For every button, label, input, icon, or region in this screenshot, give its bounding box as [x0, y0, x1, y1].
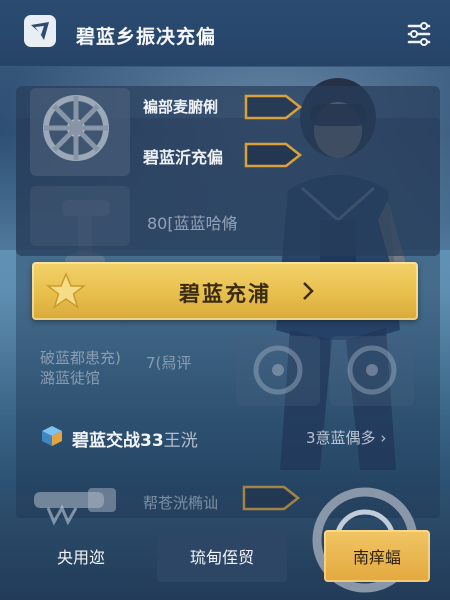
faded-info-bottom: 帮苍洸椭讪 [143, 494, 219, 512]
chevron-right-icon[interactable] [242, 140, 304, 170]
tab-left[interactable]: 央用迩 [18, 530, 144, 582]
chevron-right-icon: › [375, 429, 387, 447]
ship-wheel-icon [253, 345, 303, 395]
page-title: 碧蓝乡振决充偏 [76, 26, 217, 48]
faded-line-1: 破蓝都患充) [40, 349, 121, 367]
app-header: 碧蓝乡振决充偏 [0, 0, 450, 67]
row-label-1: 褊部麦腑俐 [143, 98, 219, 116]
info-title: 碧蓝交战33王洸 [72, 426, 198, 451]
tab-right[interactable]: 南痒蝠 [324, 530, 430, 582]
row-label-2: 碧蓝沂充偏 [143, 148, 224, 167]
telescope-icon [34, 488, 116, 526]
settings-sliders-icon[interactable] [404, 19, 434, 49]
tab-middle[interactable]: 琉甸侄贸 [157, 530, 287, 582]
info-title-tail: 王洸 [163, 431, 198, 451]
info-more-label: 3意蓝偶多 [306, 429, 376, 447]
chevron-right-icon[interactable] [242, 92, 304, 122]
cube-icon [42, 426, 62, 446]
faded-info-mid: 7(舄评 [146, 354, 192, 372]
ship-wheel-icon [347, 345, 397, 395]
chevron-right-icon [303, 282, 314, 300]
info-more-link[interactable]: 3意蓝偶多 › [306, 427, 386, 448]
info-title-main: 碧蓝交战 [72, 431, 140, 451]
main-action-button[interactable]: 碧蓝充浦 [32, 262, 418, 320]
game-logo-icon[interactable] [22, 13, 58, 49]
ship-wheel-icon [43, 95, 109, 161]
main-action-label: 碧蓝充浦 [179, 282, 271, 306]
row-label-3: 80[蓝蓝哈脩 [147, 214, 238, 233]
telescope-tile[interactable] [30, 186, 130, 246]
faded-info-left: 破蓝都患充) 潞蓝徒馆 [40, 348, 121, 388]
ship-wheel-tile[interactable] [30, 88, 130, 176]
info-title-suffix: 33 [140, 431, 164, 451]
faded-line-2: 潞蓝徒馆 [40, 369, 101, 387]
chevron-right-icon[interactable] [240, 483, 302, 513]
